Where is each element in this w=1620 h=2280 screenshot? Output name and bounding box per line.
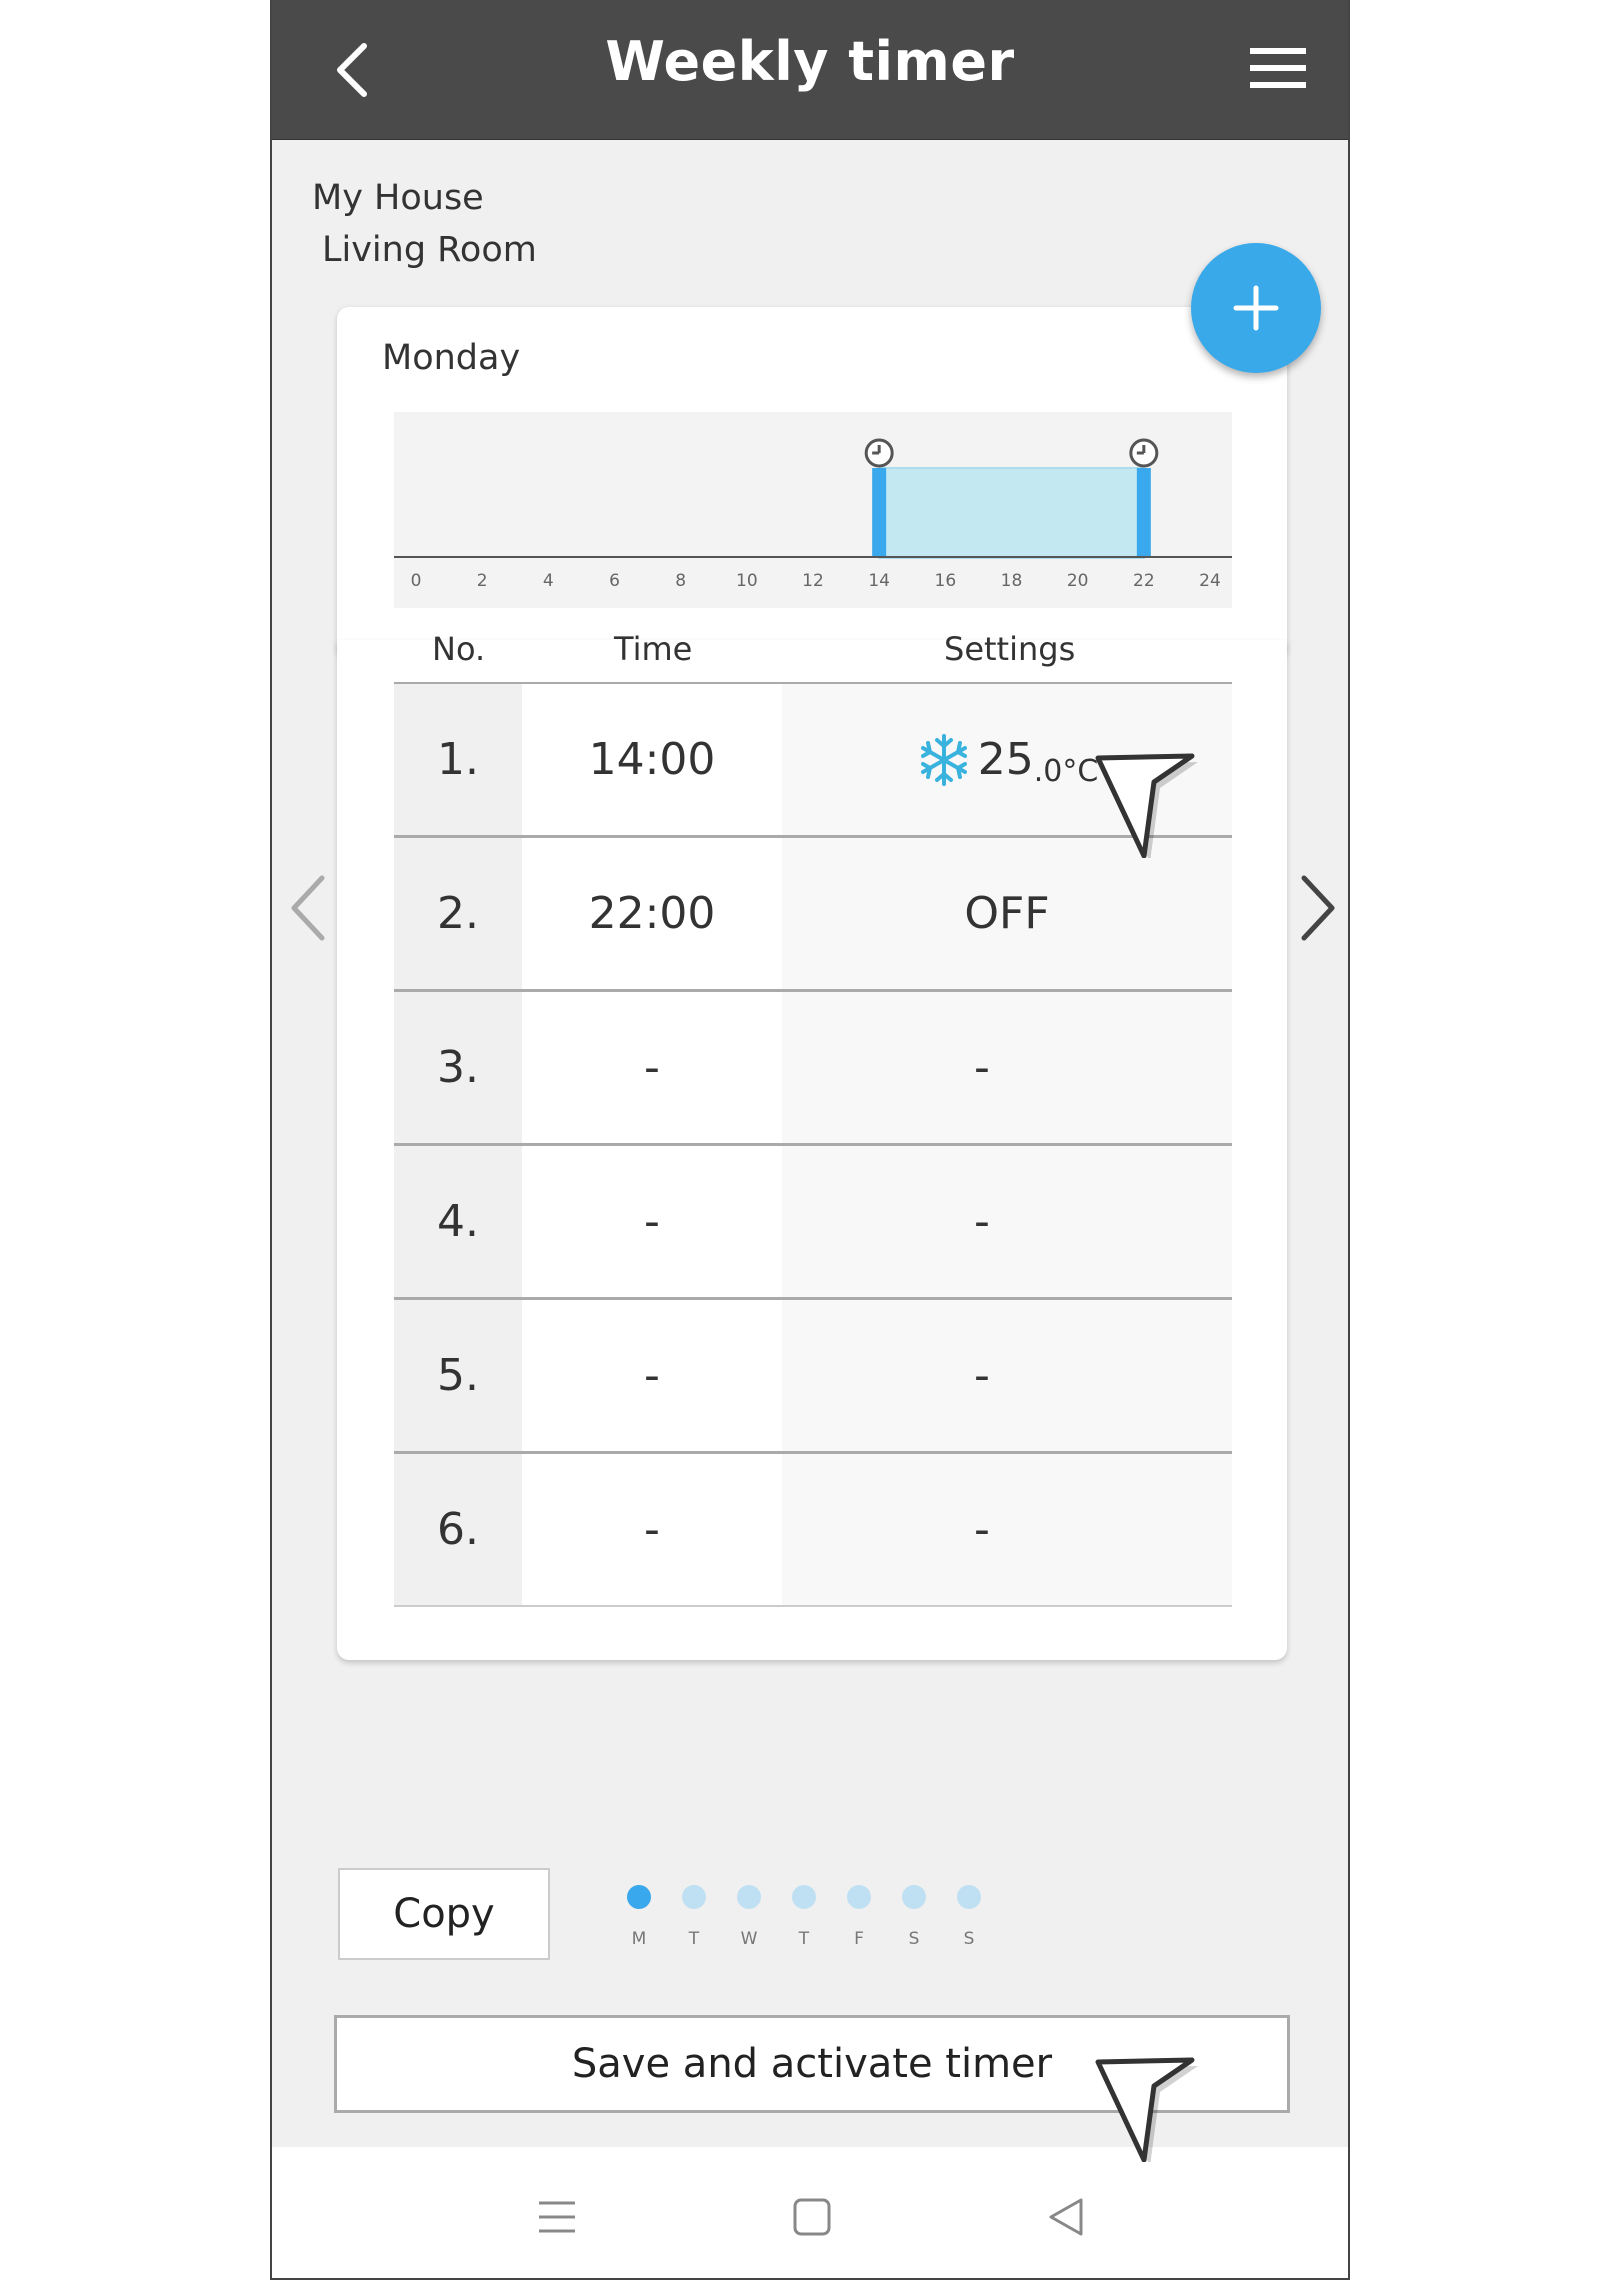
timeline-tick-label: 0 — [411, 571, 422, 591]
recent-apps-button[interactable] — [527, 2187, 587, 2247]
hamburger-menu-icon — [1250, 48, 1306, 88]
row-number: 5. — [394, 1300, 522, 1451]
day-name: Monday — [382, 338, 521, 378]
plus-icon — [1233, 285, 1279, 331]
day-dot-tuesday[interactable] — [682, 1885, 706, 1909]
timer-end-marker — [1136, 468, 1151, 558]
row-setting: OFF — [964, 888, 1050, 939]
timer-start-marker — [872, 468, 887, 558]
clock-icon — [864, 438, 894, 468]
row-time: - — [522, 1454, 782, 1605]
row-number: 6. — [394, 1454, 522, 1605]
timeline-chart: 0 2 4 6 8 10 12 14 16 18 20 22 24 — [394, 438, 1232, 591]
row-setting: - — [974, 1350, 990, 1401]
timeline-tick-label: 16 — [935, 571, 957, 591]
row-setting: - — [974, 1196, 990, 1247]
row-time: 14:00 — [522, 684, 782, 835]
schedule-row[interactable]: 4. - - — [394, 1146, 1232, 1300]
day-dot-friday[interactable] — [847, 1885, 871, 1909]
row-setting: - — [974, 1504, 990, 1555]
row-number: 3. — [394, 992, 522, 1143]
next-day-button[interactable] — [1292, 868, 1342, 948]
snowflake-icon — [920, 733, 967, 786]
day-dot-sunday[interactable] — [957, 1885, 981, 1909]
row-time: - — [522, 1146, 782, 1297]
add-timer-button[interactable] — [1191, 243, 1321, 373]
day-label: T — [798, 1929, 810, 1949]
day-timeline: 0 2 4 6 8 10 12 14 16 18 20 22 24 — [394, 412, 1232, 608]
row-number: 2. — [394, 838, 522, 989]
day-label: F — [854, 1929, 864, 1949]
day-dot-thursday[interactable] — [792, 1885, 816, 1909]
timer-active-range — [878, 467, 1145, 559]
timeline-tick-label: 6 — [609, 571, 620, 591]
schedule-header: No. Time Settings — [394, 630, 1232, 684]
column-header-settings: Settings — [944, 630, 1076, 668]
timeline-tick-label: 18 — [1001, 571, 1023, 591]
day-label: S — [908, 1929, 920, 1949]
system-navigation-bar — [272, 2147, 1348, 2278]
timeline-tick-label: 22 — [1133, 571, 1155, 591]
temperature-decimal: .0 — [1033, 754, 1063, 789]
schedule-row[interactable]: 1. 14:00 25.0 °C — [394, 684, 1232, 838]
row-setting: - — [974, 1042, 990, 1093]
timeline-tick-label: 20 — [1067, 571, 1089, 591]
phone-screen: Weekly timer My House Living Room Monday — [270, 0, 1350, 2280]
house-name: My House — [312, 178, 484, 218]
timeline-tick-label: 14 — [868, 571, 890, 591]
day-dot-saturday[interactable] — [902, 1885, 926, 1909]
system-back-button[interactable] — [1037, 2187, 1097, 2247]
app-header: Weekly timer — [272, 0, 1348, 140]
back-triangle-icon — [1049, 2198, 1083, 2236]
row-time: - — [522, 992, 782, 1143]
schedule-row[interactable]: 6. - - — [394, 1454, 1232, 1607]
timeline-tick-label: 8 — [675, 571, 686, 591]
clock-icon — [1129, 438, 1159, 468]
day-dot-wednesday[interactable] — [737, 1885, 761, 1909]
home-square-icon — [793, 2198, 831, 2236]
timeline-tick-label: 10 — [736, 571, 758, 591]
menu-button[interactable] — [1248, 46, 1308, 90]
day-label: W — [740, 1929, 758, 1949]
row-time: - — [522, 1300, 782, 1451]
copy-button[interactable]: Copy — [338, 1868, 550, 1960]
schedule-table: No. Time Settings 1. 14:00 25 .0 °C 2. 2… — [394, 630, 1232, 1607]
temperature-unit: °C — [1062, 754, 1099, 789]
day-label: M — [631, 1929, 647, 1949]
timeline-tick-label: 12 — [802, 571, 824, 591]
day-dot-monday[interactable] — [627, 1885, 651, 1909]
previous-day-button[interactable] — [284, 868, 334, 948]
row-setting: 25.0 °C — [782, 684, 1232, 835]
page-title: Weekly timer — [605, 30, 1015, 93]
chevron-right-icon — [1301, 875, 1335, 941]
temperature-value: 25 — [977, 734, 1034, 785]
day-label: S — [963, 1929, 975, 1949]
timeline-tick-label: 2 — [477, 571, 488, 591]
row-time: 22:00 — [522, 838, 782, 989]
save-and-activate-button[interactable]: Save and activate timer — [334, 2015, 1290, 2113]
timeline-tick-label: 24 — [1199, 571, 1221, 591]
row-number: 1. — [394, 684, 522, 835]
column-header-no: No. — [432, 630, 486, 668]
schedule-row[interactable]: 2. 22:00 OFF — [394, 838, 1232, 992]
day-label: T — [688, 1929, 700, 1949]
row-number: 4. — [394, 1146, 522, 1297]
recent-apps-icon — [539, 2201, 575, 2233]
chevron-left-icon — [291, 875, 325, 941]
home-button[interactable] — [782, 2187, 842, 2247]
column-header-time: Time — [614, 630, 693, 668]
schedule-row[interactable]: 3. - - — [394, 992, 1232, 1146]
timeline-tick-label: 4 — [543, 571, 554, 591]
room-name: Living Room — [322, 230, 537, 270]
schedule-row[interactable]: 5. - - — [394, 1300, 1232, 1454]
